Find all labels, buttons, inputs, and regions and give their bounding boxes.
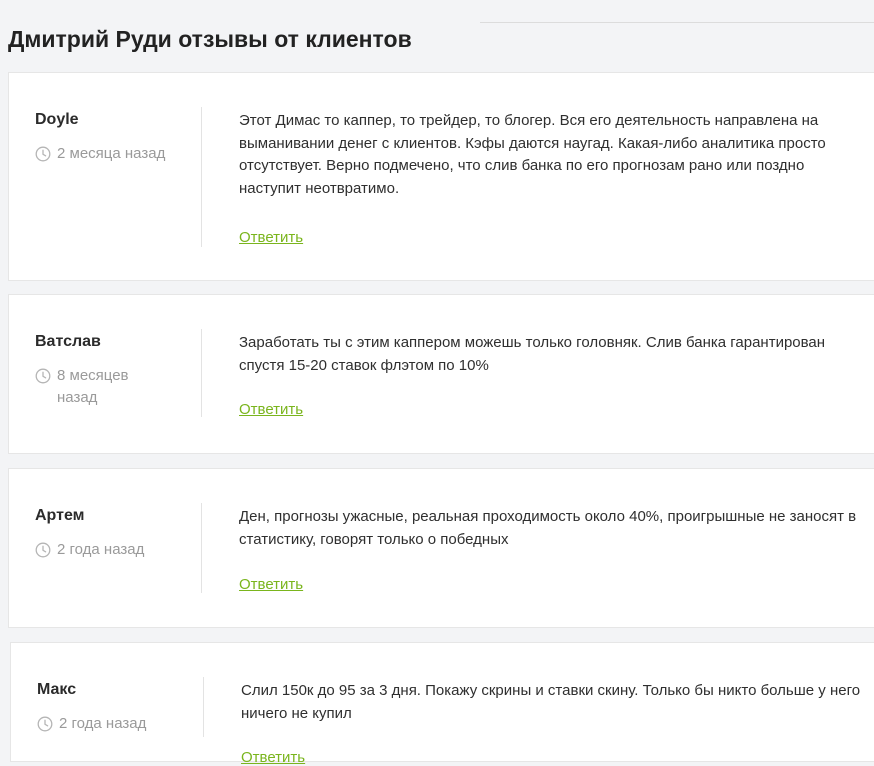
review-card: Артем 2 года назад Ден, прогнозы ужасные… [8,468,874,628]
review-time: 8 месяцев назад [57,367,129,406]
review-time: 2 года назад [57,541,145,558]
review-timestamp: 2 года назад [37,713,192,735]
review-author: Ватслав [35,333,101,350]
review-time: 2 месяца назад [57,145,166,162]
reply-link[interactable]: Ответить [239,401,303,418]
reply-link[interactable]: Ответить [239,576,303,593]
review-text: Ден, прогнозы ужасные, реальная проходим… [239,508,857,548]
clock-icon [35,368,51,384]
page-title: Дмитрий Руди отзывы от клиентов [8,25,412,52]
title-divider [480,22,874,23]
review-text: Заработать ты с этим каппером можешь тол… [239,334,826,374]
review-author: Макс [37,681,77,698]
review-card: Ватслав 8 месяцев назад Заработать ты с … [8,294,874,454]
review-timestamp: 2 года назад [35,539,190,561]
review-time: 2 года назад [59,715,147,732]
review-divider [201,329,202,417]
clock-icon [35,542,51,558]
review-card: Макс 2 года назад Слил 150к до 95 за 3 д… [10,642,874,766]
clock-icon [35,146,51,162]
review-text: Слил 150к до 95 за 3 дня. Покажу скрины … [241,682,861,722]
review-text: Этот Димас то каппер, то трейдер, то бло… [239,112,826,197]
reply-link[interactable]: Ответить [241,749,305,766]
reply-link[interactable]: Ответить [239,229,303,246]
review-timestamp: 8 месяцев назад [35,365,155,409]
review-divider [201,503,202,593]
review-timestamp: 2 месяца назад [35,143,190,165]
review-author: Артем [35,507,85,524]
review-divider [201,107,202,247]
clock-icon [37,716,53,732]
review-author: Doyle [35,111,79,128]
review-divider [203,677,204,737]
review-card: Doyle 2 месяца назад Этот Димас то каппе… [8,72,874,281]
